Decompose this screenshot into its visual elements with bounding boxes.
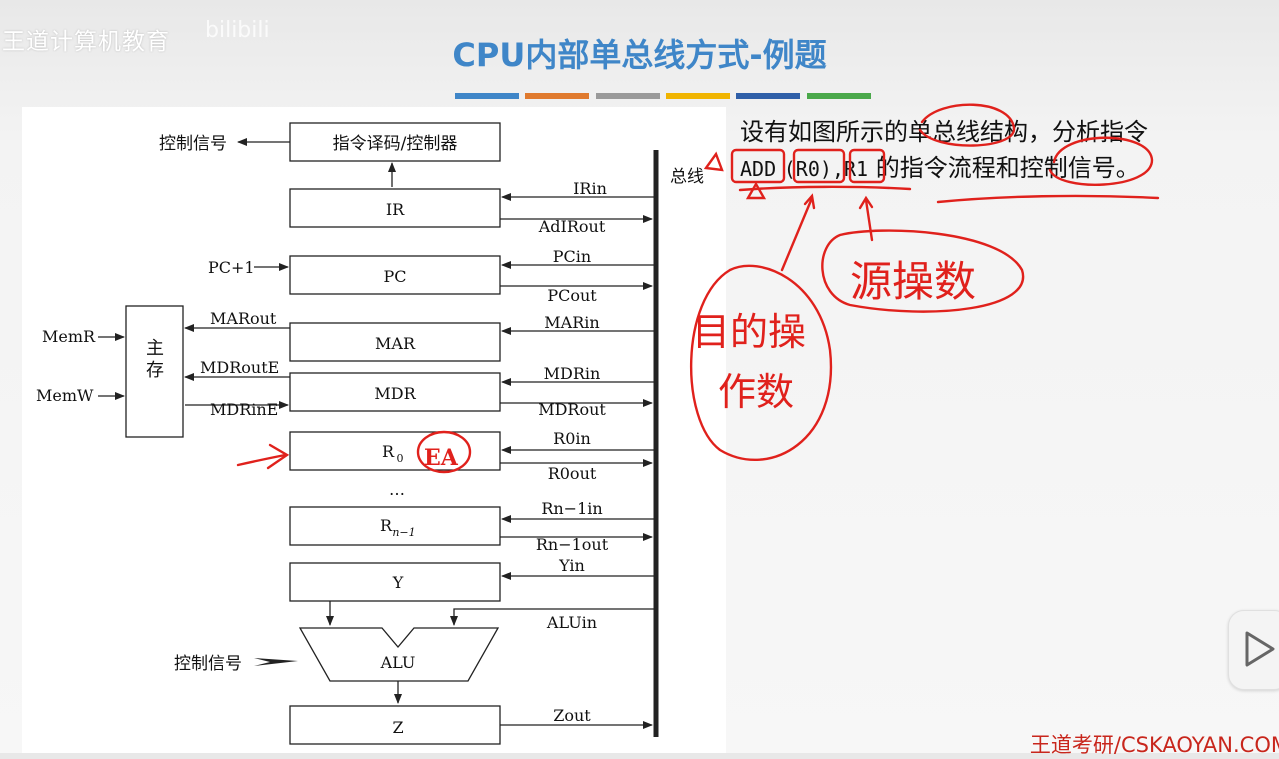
dest-operand-line2: 作数: [718, 370, 794, 414]
footer-brand: 王道考研/CSKAOYAN.COM: [1029, 733, 1279, 757]
dest-operand-line1: 目的操: [692, 310, 806, 354]
circle-single-bus: [918, 103, 1016, 147]
box-r1: [848, 148, 886, 184]
underline-instr: [738, 185, 912, 192]
box-add: [730, 148, 786, 184]
underline-flow: [936, 194, 1160, 204]
box-r0: [792, 148, 846, 184]
play-icon: [1245, 631, 1275, 667]
arrow-to-r0: [780, 196, 814, 272]
ea-label: EA: [424, 445, 459, 471]
delta-mark-2: [745, 181, 767, 200]
src-operand-label: 源操数: [850, 257, 976, 306]
play-button[interactable]: [1228, 610, 1279, 690]
circle-dest-operand: [690, 264, 833, 461]
delta-mark: [703, 151, 724, 172]
handwritten-annotations: 目的操 作数 源操数 EA: [236, 103, 1160, 474]
circle-control-signal: [1048, 136, 1154, 186]
